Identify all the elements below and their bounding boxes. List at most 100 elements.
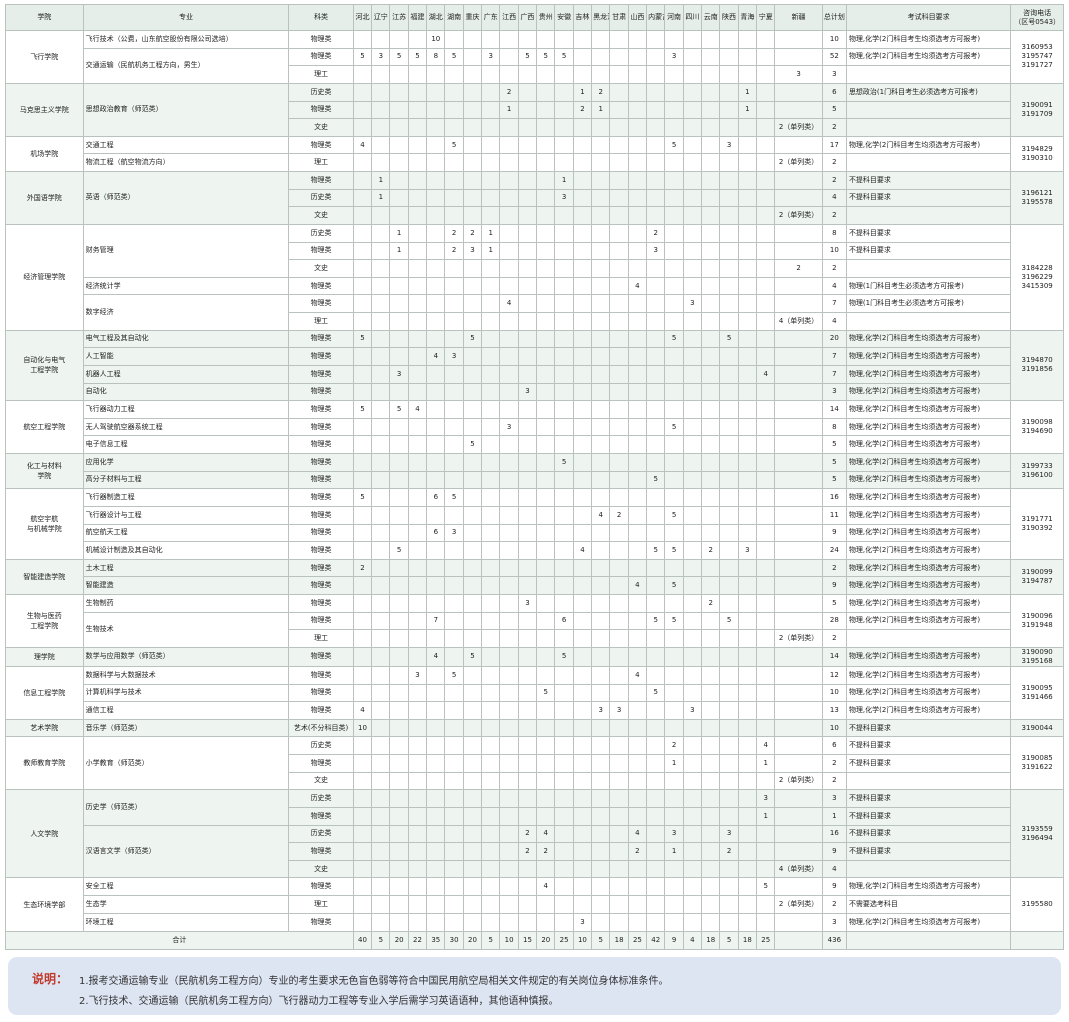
quota-cell bbox=[462, 347, 483, 366]
quota-cell bbox=[756, 594, 776, 613]
quota-cell bbox=[756, 276, 776, 296]
quota-cell bbox=[371, 736, 391, 756]
major-cell: 计算机科学与技术 bbox=[82, 683, 290, 703]
requirement-cell: 物理,化学(2门科目考生均须选考方可报考) bbox=[845, 523, 1012, 543]
quota-cell bbox=[701, 771, 721, 791]
quota-cell bbox=[609, 118, 629, 137]
quota-cell bbox=[517, 364, 538, 384]
quota-cell bbox=[407, 576, 428, 595]
table-row: 电子信息工程 物理类 5 5 物理,化学(2门科目考生均须选考方可报考) bbox=[6, 435, 1064, 454]
total-cell: 2 bbox=[821, 895, 847, 914]
quota-cell bbox=[352, 842, 373, 861]
quota-cell bbox=[701, 629, 721, 648]
quota-cell: 4 bbox=[352, 135, 373, 155]
quota-cell bbox=[591, 417, 611, 437]
table-total-row: 合计 40 5 20 22 35 30 20 5 10 15 20 25 10 5 18 25 42 9 4 18 5 18… bbox=[5, 931, 1064, 950]
quota-cell bbox=[627, 877, 648, 897]
quota-cell bbox=[719, 276, 739, 296]
quota-cell bbox=[737, 135, 758, 155]
quota-cell bbox=[646, 30, 666, 49]
quota-cell bbox=[352, 665, 373, 685]
quota-cell bbox=[481, 312, 501, 331]
quota-cell bbox=[536, 806, 556, 826]
quota-cell: 5 bbox=[756, 877, 776, 897]
quota-cell bbox=[774, 736, 823, 756]
quota-cell bbox=[701, 470, 721, 490]
category-cell: 物理类 bbox=[288, 135, 354, 155]
quota-cell bbox=[426, 789, 446, 808]
quota-cell bbox=[389, 558, 409, 578]
quota-cell bbox=[426, 241, 446, 261]
category-cell: 历史类 bbox=[288, 824, 354, 844]
quota-cell bbox=[664, 806, 684, 826]
quota-cell bbox=[737, 400, 758, 419]
quota-cell bbox=[554, 135, 574, 155]
quota-cell bbox=[682, 453, 703, 472]
quota-cell bbox=[462, 701, 483, 720]
quota-cell bbox=[426, 364, 446, 384]
category-cell: 物理类 bbox=[288, 400, 354, 419]
quota-cell bbox=[371, 82, 391, 102]
quota-cell bbox=[627, 30, 648, 49]
quota-cell: 5 bbox=[444, 665, 464, 685]
quota-cell bbox=[517, 523, 538, 543]
quota-cell: 3 bbox=[572, 912, 593, 933]
table-row: 生物技术 物理类 7 6 5 5 5 28 物理,化学(2门科目考生均须选考方可报考) bbox=[6, 611, 1064, 648]
quota-cell bbox=[371, 364, 391, 384]
quota-cell bbox=[499, 47, 519, 67]
quota-cell bbox=[609, 241, 629, 261]
quota-cell bbox=[719, 82, 739, 102]
header-province: 江苏 bbox=[389, 4, 409, 31]
quota-cell bbox=[499, 276, 519, 296]
quota-cell bbox=[517, 30, 538, 49]
quota-cell bbox=[499, 859, 519, 879]
quota-cell bbox=[756, 188, 776, 208]
quota-cell bbox=[701, 505, 721, 525]
quota-cell bbox=[756, 135, 776, 155]
quota-cell: 10 bbox=[426, 30, 446, 49]
quota-cell bbox=[444, 206, 464, 225]
table-row: 经济管理学院 财务管理 历史类 1 2 2 1 2 8 不提科目要求 3184228 3196229… bbox=[5, 223, 1064, 331]
requirement-cell: 物理,化学(2门科目考生均须选考方可报考) bbox=[845, 594, 1012, 613]
quota-cell bbox=[664, 646, 684, 667]
phone-cell: 3190096 3191948 bbox=[1010, 594, 1064, 648]
quota-cell bbox=[554, 594, 574, 613]
quota-cell bbox=[591, 611, 611, 631]
table-row: 汉语言文学（师范类） 历史类 2 4 4 3 3 16 不提科目要求 bbox=[6, 824, 1064, 879]
major-cell: 数学与应用数学（师范类） bbox=[82, 646, 290, 667]
quota-cell bbox=[609, 842, 629, 861]
quota-cell bbox=[756, 417, 776, 437]
quota-cell bbox=[609, 259, 629, 278]
quota-cell bbox=[444, 453, 464, 472]
quota-cell: 4 bbox=[627, 824, 648, 844]
quota-cell bbox=[554, 842, 574, 861]
category-cell: 物理类 bbox=[288, 912, 354, 933]
quota-cell bbox=[407, 789, 428, 808]
quota-cell bbox=[627, 594, 648, 613]
quota-cell bbox=[462, 859, 483, 879]
quota-cell bbox=[719, 435, 739, 454]
quota-cell bbox=[352, 435, 373, 454]
quota-cell bbox=[737, 223, 758, 243]
quota-cell: 4（单列类） bbox=[774, 859, 823, 879]
quota-cell bbox=[756, 895, 776, 914]
quota-cell bbox=[426, 558, 446, 578]
quota-cell bbox=[627, 188, 648, 208]
quota-cell bbox=[719, 683, 739, 703]
quota-cell bbox=[554, 470, 574, 490]
quota-cell bbox=[426, 435, 446, 454]
quota-cell bbox=[664, 118, 684, 137]
quota-cell: 5 bbox=[536, 47, 556, 67]
category-cell: 文史 bbox=[288, 859, 354, 879]
quota-cell: 1 bbox=[481, 223, 501, 243]
quota-cell bbox=[664, 912, 684, 933]
quota-cell bbox=[701, 347, 721, 366]
quota-cell bbox=[407, 364, 428, 384]
quota-cell bbox=[371, 118, 391, 137]
category-cell: 物理类 bbox=[288, 806, 354, 826]
quota-cell bbox=[646, 453, 666, 472]
quota-cell: 2 bbox=[591, 82, 611, 102]
quota-cell bbox=[499, 118, 519, 137]
table-header-row: 学院 专业 科类 河北辽宁江苏福建湖北湖南重庆广东江西广西贵州安徽吉林黑龙江甘肃… bbox=[5, 4, 1064, 31]
quota-cell: 4 bbox=[572, 541, 593, 560]
